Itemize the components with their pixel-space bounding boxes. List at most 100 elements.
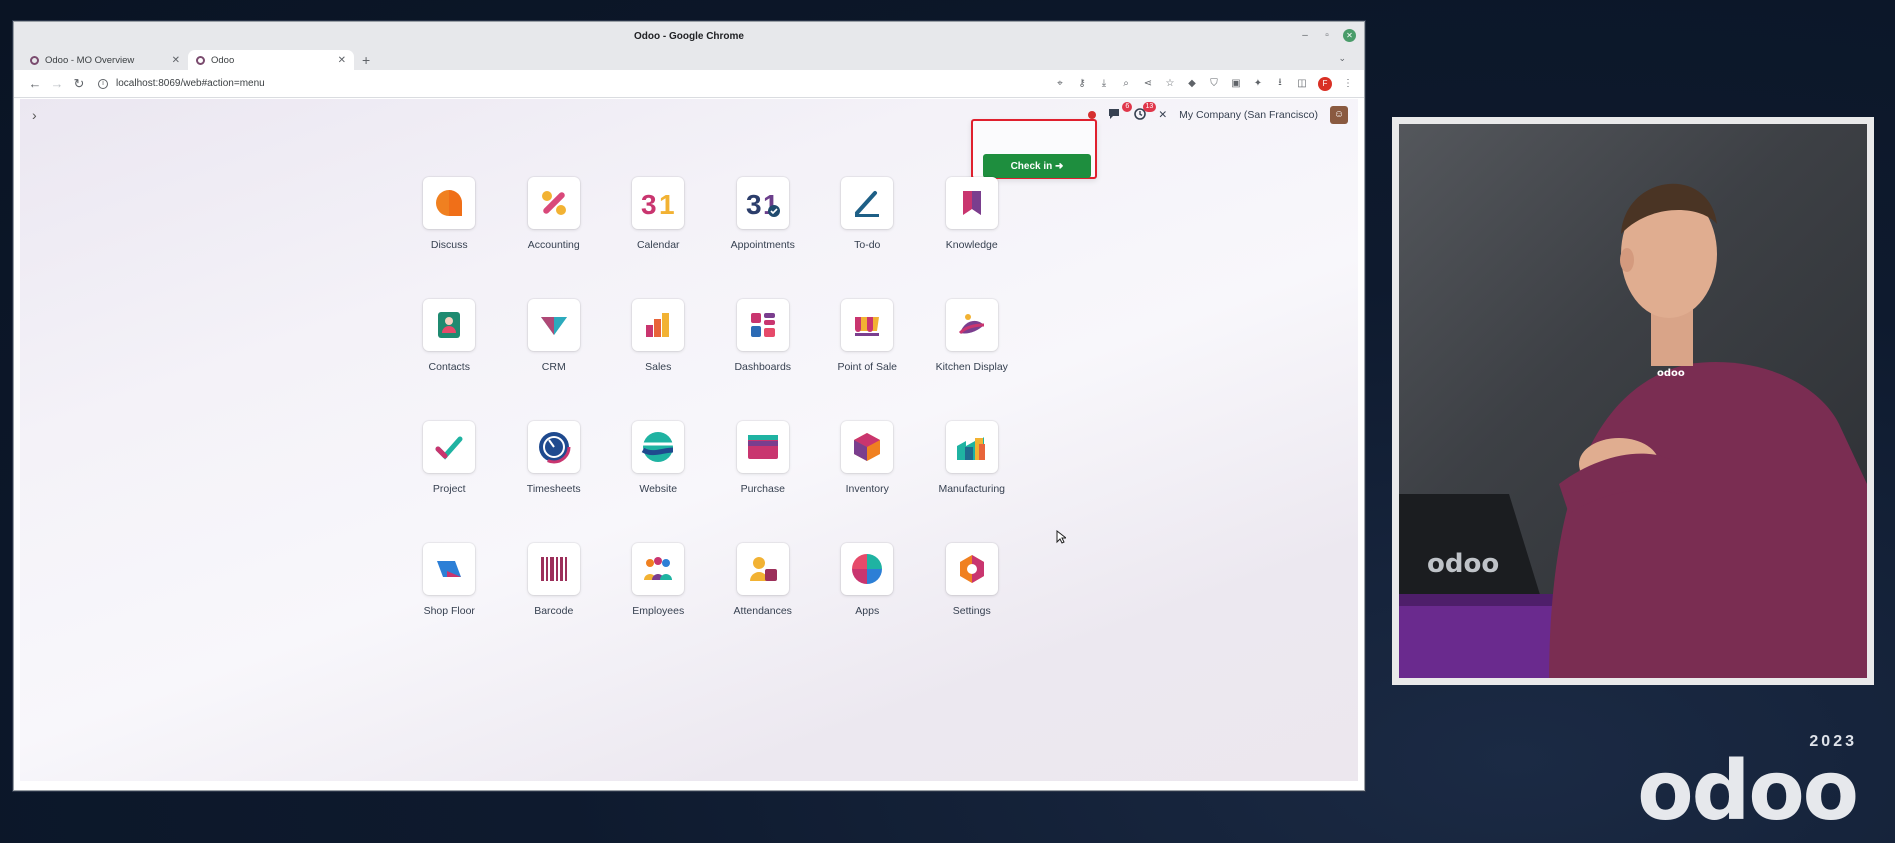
app-crm[interactable]: CRM [502,299,607,373]
project-icon[interactable] [423,421,476,473]
app-discuss[interactable]: Discuss [397,177,502,251]
url-text[interactable]: localhost:8069/web#action=menu [116,78,265,89]
company-switcher[interactable]: My Company (San Francisco) [1179,109,1318,121]
inventory-icon[interactable] [841,421,894,473]
app-inventory[interactable]: Inventory [815,421,920,495]
location-icon[interactable]: ⌖ [1054,78,1066,89]
point-of-sale-icon[interactable] [841,299,894,351]
website-icon[interactable] [632,421,685,473]
install-icon[interactable]: ⤓ [1098,78,1110,89]
tab-close-icon[interactable]: ✕ [172,55,180,66]
app-appointments[interactable]: 31 Appointments [711,177,816,251]
app-knowledge[interactable]: Knowledge [920,177,1025,251]
extension-icon[interactable]: ▣ [1230,78,1242,89]
app-shop-floor[interactable]: Shop Floor [397,543,502,617]
shield-icon[interactable]: ⛉ [1208,78,1220,89]
app-point-of-sale[interactable]: Point of Sale [815,299,920,373]
barcode-icon[interactable] [527,543,580,595]
employees-icon[interactable] [632,543,685,595]
chevron-right-icon[interactable]: › [32,107,37,123]
purchase-icon[interactable] [736,421,789,473]
tab-mo-overview[interactable]: Odoo - MO Overview ✕ [22,50,188,70]
settings-icon[interactable] [945,543,998,595]
attendances-icon[interactable] [736,543,789,595]
maximize-icon[interactable]: ▫ [1321,30,1333,42]
tab-search-icon[interactable]: ⌄ [1338,53,1346,64]
window-titlebar: Odoo - Google Chrome – ▫ ✕ [14,22,1364,50]
app-kitchen-display[interactable]: Kitchen Display [920,299,1025,373]
discuss-icon[interactable] [423,177,476,229]
app-todo[interactable]: To-do [815,177,920,251]
app-label: Discuss [430,239,468,251]
calendar-icon[interactable]: 31 [632,177,685,229]
app-label: Purchase [740,483,785,495]
sidepanel-icon[interactable]: ◫ [1296,78,1308,89]
app-contacts[interactable]: Contacts [397,299,502,373]
new-tab-icon[interactable]: + [362,50,370,70]
odoo-favicon-icon [196,55,205,65]
app-timesheets[interactable]: Timesheets [502,421,607,495]
extension-icon[interactable]: ◆ [1186,78,1198,89]
todo-icon[interactable] [841,177,894,229]
user-avatar[interactable]: ☺ [1330,106,1348,124]
app-label: Project [432,483,466,495]
key-icon[interactable]: ⚷ [1076,78,1088,89]
check-in-button[interactable]: Check in ➜ [983,154,1091,178]
app-barcode[interactable]: Barcode [502,543,607,617]
puzzle-icon[interactable]: ✦ [1252,78,1264,89]
debug-tools-icon[interactable]: ✕ [1158,109,1167,121]
timesheets-icon[interactable] [527,421,580,473]
app-website[interactable]: Website [606,421,711,495]
download-icon[interactable]: ⭳ [1274,75,1286,92]
app-calendar[interactable]: 31 Calendar [606,177,711,251]
accounting-icon[interactable] [527,177,580,229]
forward-icon[interactable]: → [46,76,68,91]
zoom-icon[interactable]: ⌕ [1120,78,1132,89]
appointments-icon[interactable]: 31 [736,177,789,229]
back-icon[interactable]: ← [24,76,46,91]
app-dashboards[interactable]: Dashboards [711,299,816,373]
presenter-illustration: odoo odoo [1399,183,1867,678]
conference-branding: 2023 odoo [1637,733,1859,833]
bookmark-star-icon[interactable]: ☆ [1164,78,1176,89]
share-icon[interactable]: ⋖ [1142,78,1154,89]
tab-odoo[interactable]: Odoo ✕ [188,50,354,70]
site-info-icon[interactable]: i [98,78,108,89]
reload-icon[interactable]: ↻ [68,76,90,92]
app-manufacturing[interactable]: Manufacturing [920,421,1025,495]
dashboards-icon[interactable] [736,299,789,351]
presenter-video: odoo odoo [1399,124,1867,678]
app-purchase[interactable]: Purchase [711,421,816,495]
activities-badge: 13 [1142,101,1157,112]
systray: 6 13 ✕ My Company (San Francisco) ☺ [1088,101,1348,124]
messages-icon[interactable]: 6 [1108,101,1133,123]
tab-close-icon[interactable]: ✕ [338,55,346,66]
attendance-status-dot[interactable] [1088,111,1097,119]
manufacturing-icon[interactable] [945,421,998,473]
app-label: Website [639,483,678,495]
app-project[interactable]: Project [397,421,502,495]
check-in-label: Check in [1010,160,1053,172]
app-apps[interactable]: Apps [815,543,920,617]
app-settings[interactable]: Settings [920,543,1025,617]
knowledge-icon[interactable] [945,177,998,229]
crm-icon[interactable] [527,299,580,351]
app-label: Attendances [733,605,792,617]
app-label: Appointments [730,239,795,251]
app-attendances[interactable]: Attendances [711,543,816,617]
profile-avatar-icon[interactable]: F [1318,76,1332,91]
activities-icon[interactable]: 13 [1134,101,1157,123]
app-accounting[interactable]: Accounting [502,177,607,251]
close-window-icon[interactable]: ✕ [1343,29,1356,42]
contacts-icon[interactable] [423,299,476,351]
address-bar[interactable]: i localhost:8069/web#action=menu [98,78,1054,89]
shop-floor-icon[interactable] [423,543,476,595]
menu-kebab-icon[interactable]: ⋮ [1342,78,1354,89]
app-sales[interactable]: Sales [606,299,711,373]
sales-icon[interactable] [632,299,685,351]
minimize-icon[interactable]: – [1299,30,1311,42]
svg-text:odoo: odoo [1427,549,1499,579]
apps-icon[interactable] [841,543,894,595]
app-employees[interactable]: Employees [606,543,711,617]
kitchen-display-icon[interactable] [945,299,998,351]
